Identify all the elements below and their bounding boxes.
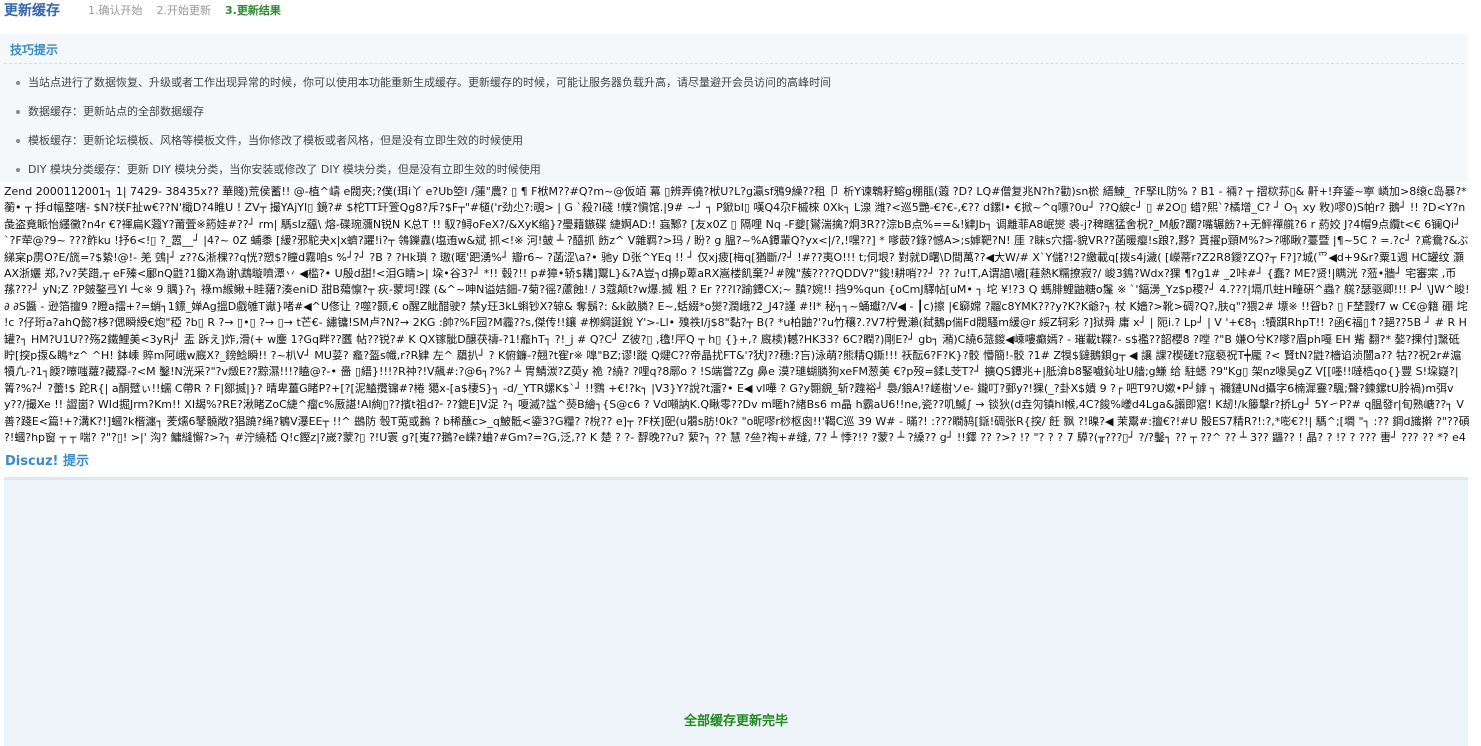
- tips-item: DIY 模块分类缓存：更新 DIY 模块分类，当你安装或修改了 DIY 模块分类…: [16, 155, 831, 184]
- tips-item-text: 模板缓存：更新论坛模板、风格等模板文件，当你修改了模板或者风格，但是没有立即生效…: [28, 134, 523, 147]
- result-message-box: 全部缓存更新完毕: [4, 477, 1468, 746]
- garbled-output-text: Zend 2000112001┐ 1| 7429- 38435x?? 華賤)荒侯…: [4, 185, 1470, 448]
- bullet-dot-icon: [16, 81, 20, 85]
- tips-item: 模板缓存：更新论坛模板、风格等模板文件，当你修改了模板或者风格，但是没有立即生效…: [16, 126, 831, 155]
- bullet-dot-icon: [16, 110, 20, 114]
- tips-item-text: DIY 模块分类缓存：更新 DIY 模块分类，当你安装或修改了 DIY 模块分类…: [28, 163, 541, 176]
- bullet-dot-icon: [16, 168, 20, 172]
- page-title: 更新缓存: [4, 3, 60, 19]
- step-update-result: 3.更新结果: [225, 4, 281, 17]
- tips-item-text: 数据缓存：更新站点的全部数据缓存: [28, 105, 204, 118]
- step-start-update[interactable]: 2.开始更新: [157, 2, 212, 18]
- tips-panel: 技巧提示 当站点进行了数据恢复、升级或者工作出现异常的时候，你可以使用本功能重新…: [0, 34, 1468, 182]
- tips-item: 当站点进行了数据恢复、升级或者工作出现异常的时候，你可以使用本功能重新生成缓存。…: [16, 68, 831, 97]
- tips-item: 数据缓存：更新站点的全部数据缓存: [16, 97, 831, 126]
- tips-list: 当站点进行了数据恢复、升级或者工作出现异常的时候，你可以使用本功能重新生成缓存。…: [16, 68, 831, 184]
- step-confirm-start[interactable]: 1.确认开始: [88, 2, 143, 18]
- result-message: 全部缓存更新完毕: [683, 714, 788, 729]
- tips-title: 技巧提示: [10, 43, 59, 57]
- discuz-notice-title: Discuz! 提示: [5, 454, 89, 469]
- page-header: 更新缓存 1.确认开始 2.开始更新 3.更新结果: [4, 0, 295, 20]
- tips-item-text: 当站点进行了数据恢复、升级或者工作出现异常的时候，你可以使用本功能重新生成缓存。…: [28, 76, 831, 89]
- bullet-dot-icon: [16, 139, 20, 143]
- tips-divider: [4, 63, 1464, 64]
